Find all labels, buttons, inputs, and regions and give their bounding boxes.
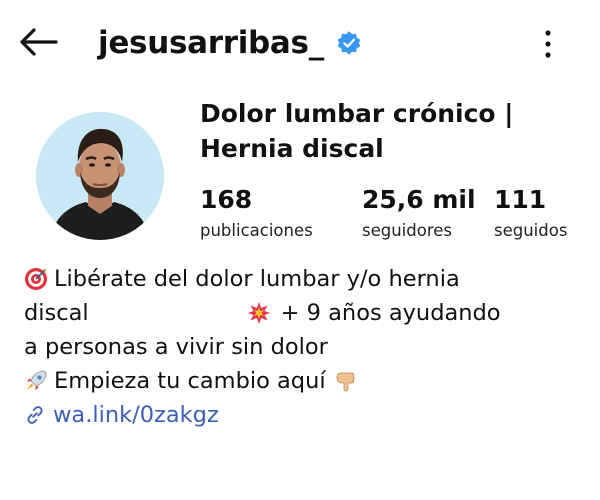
link-icon <box>27 406 43 424</box>
bio-line-1: Libérate del dolor lumbar y/o hernia <box>24 262 584 296</box>
posts-count: 168 <box>200 185 253 214</box>
display-name-line-2: Hernia discal <box>200 134 384 163</box>
more-options-button[interactable] <box>530 24 566 64</box>
verified-badge-icon <box>337 31 361 55</box>
bio-text-2a: discal <box>24 300 89 326</box>
profile-bio: Libérate del dolor lumbar y/o hernia dis… <box>24 262 584 432</box>
bio-line-4: Empieza tu cambio aquí <box>24 364 584 398</box>
bio-text-1: Libérate del dolor lumbar y/o hernia <box>54 266 460 292</box>
stat-posts[interactable]: 168 publicaciones <box>200 184 313 244</box>
posts-label: publicaciones <box>200 221 313 240</box>
stat-followers[interactable]: 25,6 mil seguidores <box>362 184 476 244</box>
bio-text-2b: + 9 años ayudando <box>280 300 501 326</box>
more-vertical-icon <box>545 30 551 58</box>
bio-text-4: Empieza tu cambio aquí <box>54 368 326 394</box>
back-button[interactable] <box>14 22 62 62</box>
followers-label: seguidores <box>362 221 453 240</box>
bio-text-3: a personas a vivir sin dolor <box>24 334 328 360</box>
profile-avatar[interactable] <box>36 112 164 240</box>
arrow-left-icon <box>20 28 58 56</box>
rocket-icon <box>27 370 47 390</box>
following-label: seguidos <box>494 221 568 240</box>
bio-link[interactable]: wa.link/0zakgz <box>24 398 584 432</box>
profile-header: jesusarribas_ <box>0 0 600 90</box>
username: jesusarribas_ <box>98 25 324 61</box>
bio-link-text[interactable]: wa.link/0zakgz <box>53 398 219 432</box>
bio-line-2: discal + 9 años ayudando <box>24 296 584 330</box>
bio-line-3: a personas a vivir sin dolor <box>24 330 584 364</box>
stat-following[interactable]: 111 seguidos <box>494 184 567 244</box>
username-container: jesusarribas_ <box>98 22 362 64</box>
profile-display-name: Dolor lumbar crónico | Hernia discal <box>200 96 580 166</box>
target-icon <box>25 268 47 290</box>
display-name-line-1: Dolor lumbar crónico | <box>200 99 514 128</box>
followers-count: 25,6 mil <box>362 185 476 214</box>
collision-icon <box>247 302 270 324</box>
pointing-down-hand-icon <box>336 372 355 392</box>
following-count: 111 <box>494 185 547 214</box>
avatar-photo <box>36 112 164 240</box>
